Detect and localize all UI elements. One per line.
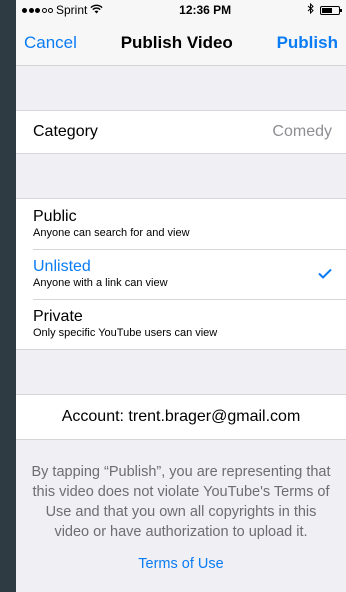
status-bar: Sprint 12:36 PM (16, 0, 346, 20)
category-label: Category (33, 123, 98, 140)
checkmark-icon (318, 264, 332, 284)
privacy-option-text: Public Anyone can search for and view (33, 208, 190, 240)
signal-icon (22, 7, 53, 13)
legal-notice: By tapping “Publish”, you are representi… (16, 440, 346, 574)
bluetooth-icon (307, 2, 314, 17)
privacy-option-public[interactable]: Public Anyone can search for and view (16, 199, 346, 249)
privacy-options: Public Anyone can search for and view Un… (16, 198, 346, 350)
privacy-option-title: Private (33, 308, 83, 325)
phone-screen: Sprint 12:36 PM Cancel Publish Video Pub… (16, 0, 346, 592)
privacy-option-subtitle: Only specific YouTube users can view (33, 327, 218, 339)
privacy-option-subtitle: Anyone can search for and view (33, 227, 190, 239)
privacy-option-text: Private Only specific YouTube users can … (33, 308, 217, 340)
status-time: 12:36 PM (179, 3, 232, 17)
privacy-option-title: Unlisted (33, 258, 91, 275)
privacy-option-private[interactable]: Private Only specific YouTube users can … (16, 299, 346, 349)
carrier-label: Sprint (56, 3, 88, 17)
privacy-option-unlisted[interactable]: Unlisted Anyone with a link can view (16, 249, 346, 299)
page-title: Publish Video (120, 32, 233, 52)
battery-icon (319, 5, 342, 15)
privacy-option-subtitle: Anyone with a link can view (33, 277, 168, 289)
privacy-option-title: Public (33, 208, 77, 225)
navigation-bar: Cancel Publish Video Publish (16, 20, 346, 66)
category-value: Comedy (272, 123, 332, 140)
status-right (307, 2, 342, 17)
account-row: Account: trent.brager@gmail.com (16, 394, 346, 440)
legal-text: By tapping “Publish”, you are representi… (31, 464, 331, 540)
status-left: Sprint (22, 3, 103, 17)
wifi-icon (90, 3, 103, 17)
category-row[interactable]: Category Comedy (16, 110, 346, 154)
privacy-option-text: Unlisted Anyone with a link can view (33, 258, 168, 290)
publish-button[interactable]: Publish (277, 33, 338, 53)
terms-of-use-link[interactable]: Terms of Use (28, 554, 334, 574)
cancel-button[interactable]: Cancel (24, 33, 77, 53)
